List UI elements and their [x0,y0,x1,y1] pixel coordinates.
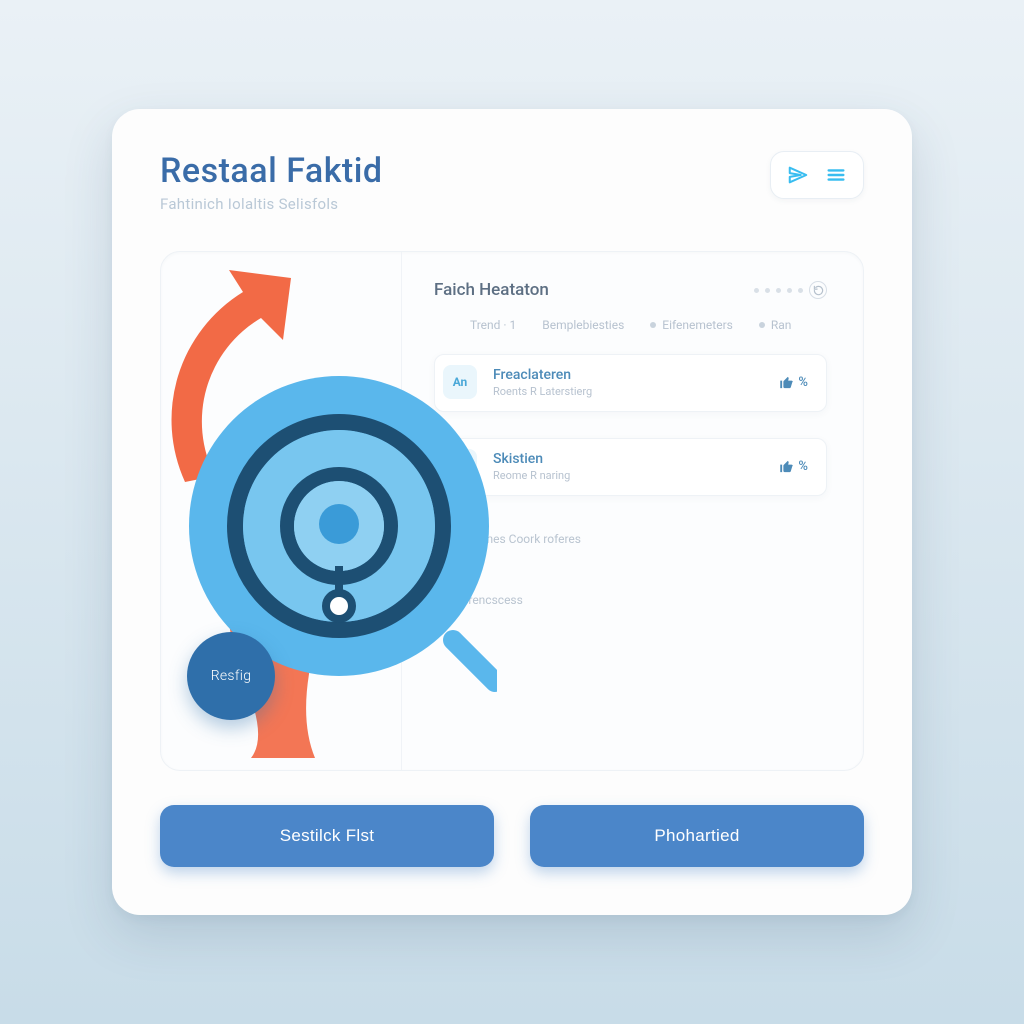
item-text: Freaclateren Roents R Laterstierg [493,367,763,398]
item-metric-value: % [798,459,808,474]
panel-graphic-area: Resfig [161,252,401,770]
panel-title-row: Faich Heataton [434,280,827,300]
tab-label: Eifenemeters [662,318,733,332]
page-subtitle: Fahtinich Iolaltis Selisfols [160,195,383,213]
options-subsection: Snomes Coork roferes erencscess [434,532,827,607]
item-subtitle: Roents R Laterstierg [493,385,763,398]
list-item[interactable]: An Skistien Reome R naring % [434,438,827,496]
main-card: Restaal Faktid Fahtinich Iolaltis Selisf… [112,109,912,915]
tab-dot-icon [759,322,765,328]
send-icon[interactable] [785,162,811,188]
tab-row: Trend · 1 Bemplebiesties Eifenemeters Ra… [434,318,827,332]
indicator-dot [776,288,781,293]
item-title: Skistien [493,451,763,467]
panel-title-controls [754,281,827,299]
primary-action-button-right[interactable]: Phohartied [530,805,864,867]
page-title: Restaal Faktid [160,151,383,191]
item-text: Skistien Reome R naring [493,451,763,482]
item-metric-value: % [798,375,808,390]
footer-actions: Sestilck Flst Phohartied [160,805,864,867]
checkbox-icon[interactable] [438,532,452,546]
tab-label: Ran [771,318,792,332]
tab-eifen[interactable]: Eifenemeters [650,318,733,332]
panel-content: Faich Heataton Trend · 1 Bempl [401,252,863,770]
main-panel: Resfig Faich Heataton Tr [160,251,864,771]
header-row: Restaal Faktid Fahtinich Iolaltis Selisf… [160,151,864,213]
tab-trend[interactable]: Trend · 1 [470,318,516,332]
option-row[interactable] [438,566,827,573]
item-metric: % [779,375,808,390]
bullet-icon [442,566,449,573]
stats-list: An Freaclateren Roents R Laterstierg % A… [434,354,827,496]
option-label: erencscess [462,593,523,607]
refresh-icon[interactable] [809,281,827,299]
option-label: Snomes Coork roferes [462,532,581,546]
option-row[interactable]: erencscess [438,593,827,607]
item-badge-icon: An [443,365,477,399]
indicator-dot [787,288,792,293]
tab-ran[interactable]: Ran [759,318,792,332]
title-block: Restaal Faktid Fahtinich Iolaltis Selisf… [160,151,383,213]
tab-bemple[interactable]: Bemplebiesties [542,318,624,332]
option-row[interactable]: Snomes Coork roferes [438,532,827,546]
item-metric: % [779,459,808,474]
indicator-dot [798,288,803,293]
tab-label: Trend · 1 [470,318,516,332]
indicator-dot [765,288,770,293]
panel-title: Faich Heataton [434,280,549,300]
item-subtitle: Reome R naring [493,469,763,482]
header-actions [770,151,864,199]
item-title: Freaclateren [493,367,763,383]
resfig-badge-label: Resfig [211,668,252,684]
primary-action-button-left[interactable]: Sestilck Flst [160,805,494,867]
tab-dot-icon [650,322,656,328]
thumbs-up-icon [779,459,794,474]
thumbs-up-icon [779,375,794,390]
list-item[interactable]: An Freaclateren Roents R Laterstierg % [434,354,827,412]
item-badge-icon: An [443,449,477,483]
resfig-badge: Resfig [187,632,275,720]
indicator-dot [754,288,759,293]
tab-label: Bemplebiesties [542,318,624,332]
menu-icon[interactable] [823,162,849,188]
